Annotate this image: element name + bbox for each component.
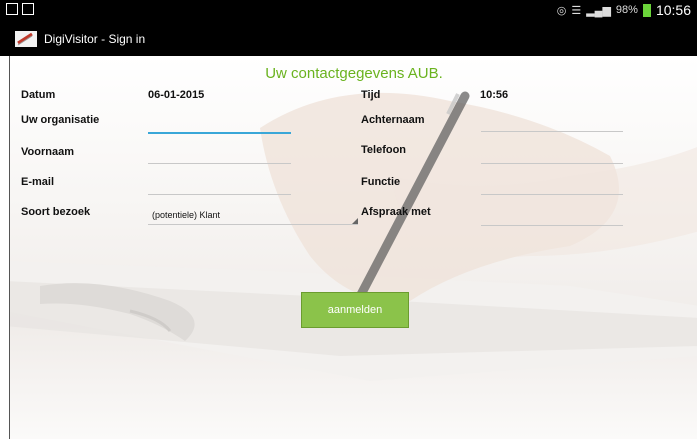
voornaam-label: Voornaam — [21, 146, 74, 158]
tijd-value: 10:56 — [480, 89, 509, 101]
functie-input[interactable] — [481, 180, 623, 195]
email-label: E-mail — [21, 176, 55, 188]
form-heading: Uw contactgegevens AUB. — [265, 65, 443, 82]
organisatie-label: Uw organisatie — [21, 114, 100, 126]
datum-label: Datum — [21, 89, 56, 101]
status-system-icons: ◎ ☰ ▂▄▆ 98% 10:56 — [557, 2, 691, 18]
status-bar: ◎ ☰ ▂▄▆ 98% 10:56 — [0, 0, 697, 22]
email-input[interactable] — [148, 180, 291, 195]
sign-in-form: Uw contactgegevens AUB. Datum 06-01-2015… — [9, 56, 697, 439]
image-icon — [6, 3, 18, 15]
status-notification-icons — [6, 3, 34, 15]
achternaam-input[interactable] — [481, 117, 623, 132]
soort-bezoek-value: (potentiele) Klant — [152, 210, 221, 220]
achternaam-label: Achternaam — [361, 114, 425, 126]
voornaam-input[interactable] — [148, 149, 291, 164]
organisatie-input[interactable] — [148, 118, 291, 134]
datum-value: 06-01-2015 — [148, 89, 205, 101]
afspraak-met-input[interactable] — [481, 211, 623, 226]
functie-label: Functie — [361, 176, 401, 188]
wifi-icon: ☰ — [571, 4, 582, 17]
dropdown-triangle-icon — [352, 218, 358, 224]
screenshot-icon — [22, 3, 34, 15]
tijd-label: Tijd — [361, 89, 381, 101]
afspraak-met-label: Afspraak met — [361, 206, 431, 218]
app-title: DigiVisitor - Sign in — [44, 32, 146, 46]
action-bar: DigiVisitor - Sign in — [0, 22, 697, 56]
telefoon-input[interactable] — [481, 149, 623, 164]
telefoon-label: Telefoon — [361, 144, 407, 156]
soort-bezoek-select[interactable]: (potentiele) Klant — [148, 208, 358, 225]
status-clock: 10:56 — [655, 2, 691, 18]
signal-icon: ▂▄▆ — [586, 4, 611, 17]
app-logo-icon — [15, 31, 37, 47]
battery-icon — [642, 3, 651, 17]
soort-bezoek-label: Soort bezoek — [21, 206, 91, 218]
background-photo — [10, 91, 697, 381]
battery-percent: 98% — [615, 4, 638, 16]
aanmelden-button[interactable]: aanmelden — [301, 292, 409, 328]
alarm-icon: ◎ — [556, 4, 567, 17]
